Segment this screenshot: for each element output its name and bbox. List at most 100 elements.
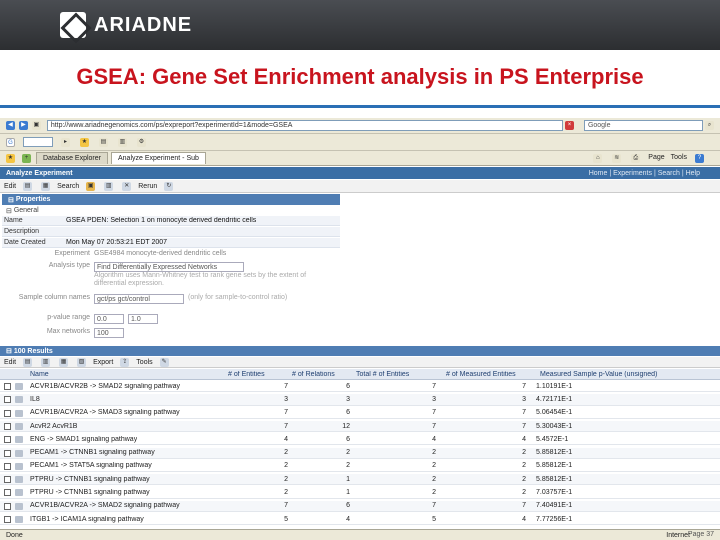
add-favorite-icon[interactable]: + [22,153,31,163]
table-row[interactable]: PECAM1 -> STAT5A signaling pathway 2 2 2 2 5.… [0,461,720,473]
rerun-icon[interactable]: ↻ [164,181,174,191]
table-row[interactable]: ENG -> SMAD1 signaling pathway 4 6 4 4 5.4572… [0,434,720,446]
delete-icon[interactable]: ✕ [122,181,132,191]
print-icon[interactable]: ⎙ [631,153,641,163]
table-row[interactable]: IL8 3 3 3 3 4.72171E-1 [0,394,720,406]
column-header-measured-entities[interactable]: # of Measured Entities [446,371,516,378]
row-checkbox[interactable] [4,383,11,390]
property-row: Description [2,227,340,237]
max-networks-input[interactable]: 100 [94,328,124,338]
table-row[interactable]: PECAM1 -> CTNNB1 signaling pathway 2 2 2 2 5.… [0,447,720,459]
column-header-entities[interactable]: # of Entities [228,371,265,378]
network-icon[interactable] [15,422,23,430]
sample-columns-input[interactable]: gct/ps gct/control [94,294,184,304]
stop-icon[interactable]: × [565,121,574,130]
network-icon[interactable] [15,476,23,484]
row-checkbox[interactable] [4,462,11,470]
filter-icon[interactable]: ▥ [104,181,114,191]
search-icon[interactable]: ⌕ [705,121,715,130]
home-icon[interactable]: ⌂ [593,153,603,163]
share-icon[interactable]: ▦ [41,181,51,191]
results-header[interactable]: ⊟ 100 Results [0,346,720,356]
search-button[interactable]: Search [57,183,79,190]
general-collapse-icon[interactable]: ⊟ [6,207,14,215]
pvalue-from-input[interactable]: 0.0 [94,314,124,324]
row-checkbox[interactable] [4,396,11,404]
column-header-name[interactable]: Name [30,371,49,378]
row-checkbox[interactable] [4,449,11,457]
table-row[interactable]: PTPRU -> CTNNB1 signaling pathway 2 1 2 2 5.8… [0,474,720,486]
deselect-icon[interactable]: ▥ [41,357,51,367]
table-row[interactable]: PTPRU -> CTNNB1 signaling pathway 2 1 2 2 7.0… [0,487,720,499]
edit-button[interactable]: Edit [4,183,16,190]
favorites-star-icon[interactable]: ★ [6,153,15,163]
network-icon[interactable] [15,462,23,470]
row-checkbox[interactable] [4,516,11,523]
settings-icon[interactable]: ⚙ [137,137,146,147]
star-icon[interactable]: ★ [80,137,89,147]
network-icon[interactable] [15,409,23,417]
row-checkbox[interactable] [4,502,11,510]
results-collapse-icon[interactable]: ⊟ [6,347,14,355]
properties-header[interactable]: ⊟ Properties [2,194,340,205]
table-cell: 7 [284,502,288,510]
network-icon[interactable] [15,396,23,404]
row-checkbox[interactable] [4,489,11,497]
row-checkbox[interactable] [4,409,11,417]
google-search-input[interactable]: Google [583,120,704,131]
network-icon[interactable] [15,502,23,510]
export-button[interactable]: Export [93,359,113,366]
table-row[interactable]: ITGB1 -> ICAM1A signaling pathway 5 4 5 4 7.7… [0,514,720,526]
network-icon[interactable] [15,383,23,390]
general-section[interactable]: ⊟ General [2,206,340,215]
page-menu[interactable]: Page [648,154,664,163]
column-header-pvalue[interactable]: Measured Sample p-Value (unsigned) [540,371,657,378]
forward-icon[interactable]: ▶ [18,121,28,130]
tools-icon[interactable]: ✎ [159,357,169,367]
table-cell: 2 [284,489,288,497]
table-cell: 7.40491E-1 [536,502,573,510]
row-checkbox[interactable] [4,422,11,430]
network-icon[interactable] [15,449,23,457]
bookmark-icon[interactable]: ▤ [99,137,108,147]
results-edit-button[interactable]: Edit [4,359,16,366]
toolbar-go-icon[interactable]: ▸ [61,137,70,147]
graph-icon[interactable]: ▦ [59,357,69,367]
pvalue-to-input[interactable]: 1.0 [128,314,158,324]
help-icon[interactable]: ? [695,153,704,163]
save-icon[interactable]: ▣ [86,181,96,191]
table-row[interactable]: ACVR1B/ACVR2B -> SMAD2 signaling pathway… [0,381,720,393]
tools-button[interactable]: Tools [136,359,152,366]
tools-menu[interactable]: Tools [671,154,687,163]
table-cell: AcvR2 AcvR1B [30,422,78,430]
tab-analyze-experiment[interactable]: Analyze Experiment - Sub [110,152,206,164]
network-icon[interactable] [15,436,23,444]
column-header-total-entities[interactable]: Total # of Entities [356,371,409,378]
app-header-links[interactable]: Home | Experiments | Search | Help [589,170,714,177]
table-cell: 7 [432,422,436,430]
network-icon[interactable] [15,489,23,497]
feeds-icon[interactable]: ≋ [612,153,622,163]
table-row[interactable]: AcvR2 AcvR1B 7 12 7 7 5.30043E-1 [0,420,720,433]
table-row[interactable]: ACVR1B/ACVR2A -> SMAD3 signaling pathway… [0,408,720,419]
export-icon[interactable]: ⇪ [120,357,130,367]
status-bar: Done Internet [0,529,720,540]
back-icon[interactable]: ◀ [6,121,15,130]
network-icon[interactable] [15,516,23,523]
row-checkbox[interactable] [4,476,11,484]
url-field[interactable]: http://www.ariadnegenomics.com/ps/exprep… [46,120,563,131]
google-icon[interactable]: G [6,137,15,147]
row-checkbox[interactable] [4,436,11,444]
tab-database-explorer[interactable]: Database Explorer [36,152,108,164]
analysis-type-select[interactable]: Find Differentially Expressed Networks [94,262,244,272]
page-number: Page 37 [687,531,714,538]
select-all-icon[interactable]: ▤ [23,357,33,367]
collapse-icon[interactable]: ⊟ [8,196,16,204]
rerun-button[interactable]: Rerun [138,183,157,190]
table-icon[interactable]: ▧ [77,357,87,367]
column-header-relations[interactable]: # of Relations [292,371,335,378]
google-toolbar-input[interactable] [23,137,53,147]
table-cell: 2 [346,449,350,457]
table-row[interactable]: ACVR1B/ACVR2A -> SMAD2 signaling pathway… [0,500,720,512]
copy-icon[interactable]: ▤ [23,181,33,191]
